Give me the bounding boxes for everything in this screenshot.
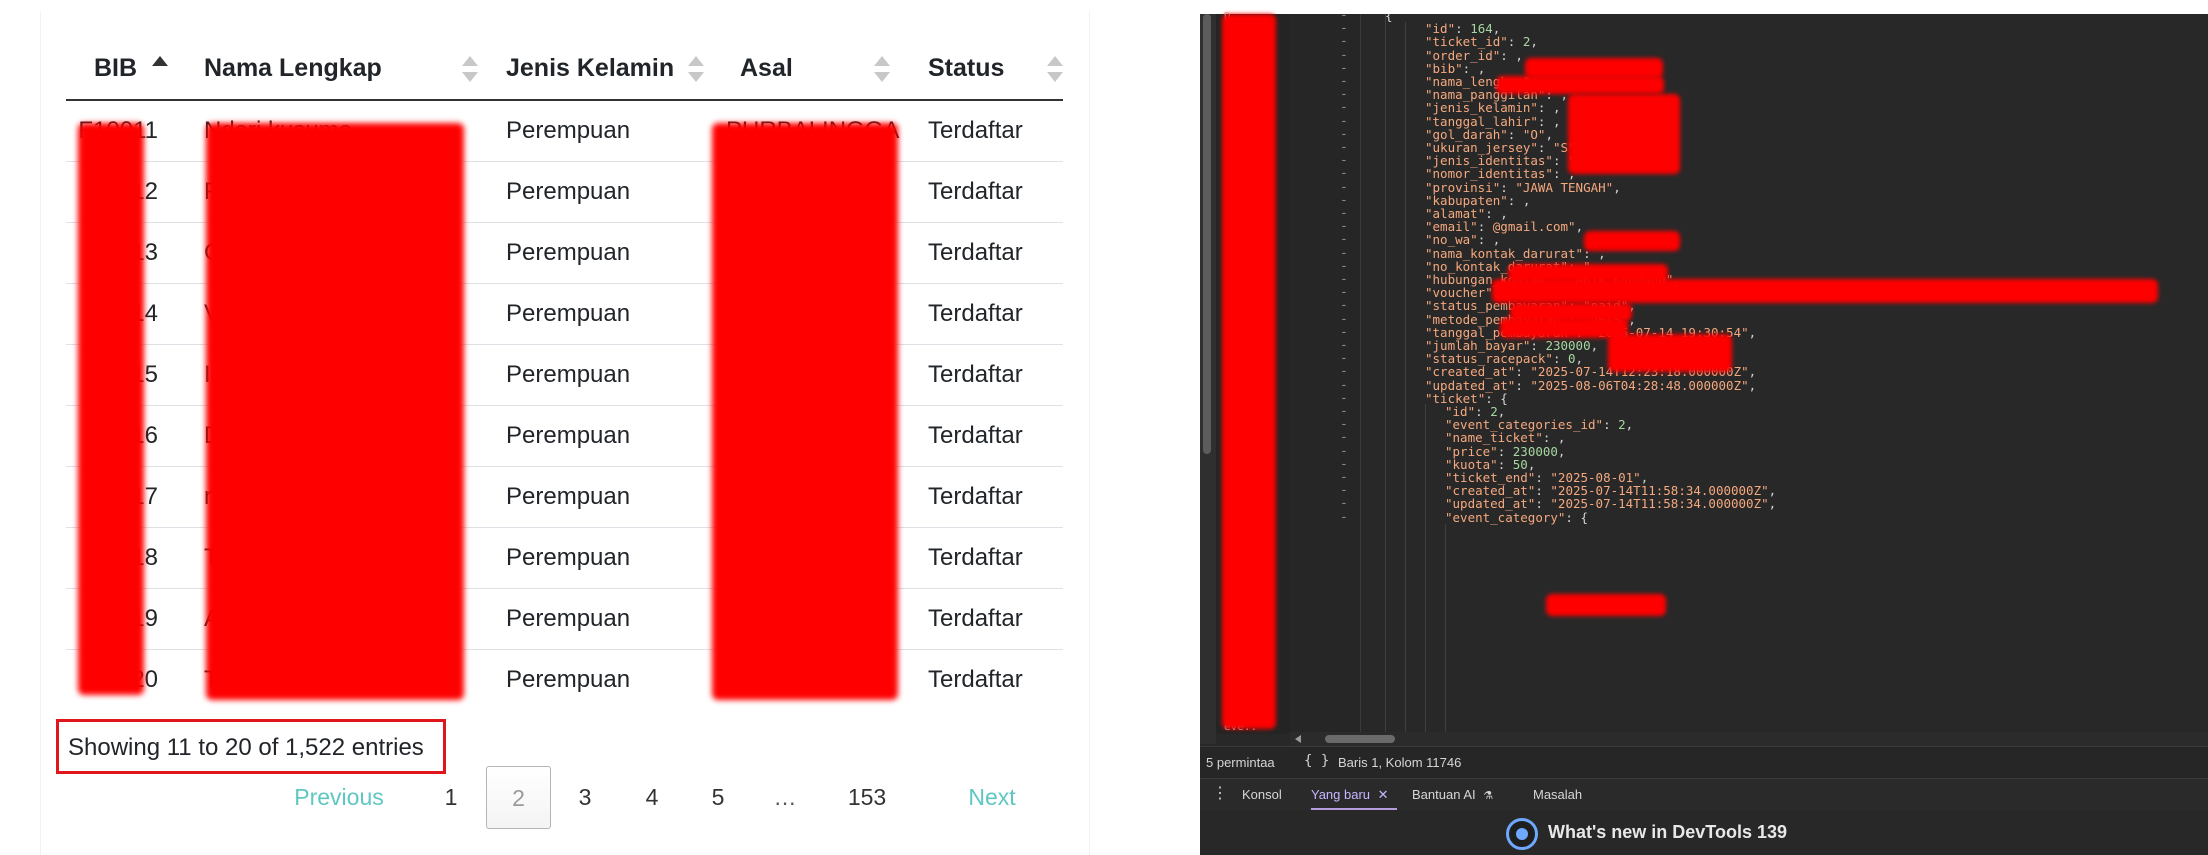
cell-status: Terdaftar xyxy=(906,100,1063,162)
braces-icon[interactable]: { } xyxy=(1304,753,1329,769)
pagination-page-3[interactable]: 3 xyxy=(565,766,605,829)
redaction-name-fields xyxy=(1568,94,1680,174)
drawer-tab-konsol[interactable]: Konsol xyxy=(1242,779,1282,811)
sort-ascending-icon xyxy=(152,55,168,82)
sort-icon xyxy=(462,55,478,82)
pagination-page-4[interactable]: 4 xyxy=(632,766,672,829)
cell-jenis-kelamin: Perempuan xyxy=(486,222,706,284)
sort-icon xyxy=(874,55,890,82)
horizontal-scrollbar[interactable] xyxy=(1290,732,2208,746)
pagination-previous[interactable]: Previous xyxy=(275,766,403,829)
devtools-panel: D.. eve.. -{-"id": 164,-"ticket_id": 2,-… xyxy=(1200,10,2208,855)
cell-status: Terdaftar xyxy=(928,665,1023,693)
devtools-status-bar: 5 permintaa { } Baris 1, Kolom 11746 xyxy=(1200,746,2208,778)
participant-list-panel: BIB Nama Lengkap Jenis Kelamin Asal Stat… xyxy=(0,0,1200,855)
redaction-block-asal xyxy=(712,123,898,700)
cell-jenis-kelamin: Perempuan xyxy=(486,405,706,467)
pagination: Previous 1 2 3 4 5 … 153 Next xyxy=(275,766,1075,829)
sort-icon xyxy=(688,55,704,82)
column-header-asal[interactable]: Asal xyxy=(706,38,906,101)
cell-status: Terdaftar xyxy=(906,527,1063,589)
cell-jenis-kelamin: Perempuan xyxy=(486,283,706,345)
cell-jenis-kelamin: Perempuan xyxy=(506,665,631,693)
column-header-bib[interactable]: BIB xyxy=(66,38,186,101)
cell-jenis-kelamin: Perempuan xyxy=(486,527,706,589)
redaction-alamat xyxy=(1492,279,2158,303)
cell-status: Terdaftar xyxy=(906,405,1063,467)
pagination-page-2-current[interactable]: 2 xyxy=(486,766,551,829)
drawer-tab-yang-baru[interactable]: Yang baru ✕ xyxy=(1311,779,1397,811)
indent-guide xyxy=(1405,22,1406,734)
close-tab-icon[interactable]: ✕ xyxy=(1378,787,1389,802)
column-header-nama-lengkap[interactable]: Nama Lengkap xyxy=(186,38,486,101)
redaction-block-bib xyxy=(78,123,144,695)
whats-new-panel: What's new in DevTools 139 xyxy=(1200,810,2208,855)
table-header-row: BIB Nama Lengkap Jenis Kelamin Asal Stat… xyxy=(66,38,1063,101)
pagination-page-153[interactable]: 153 xyxy=(832,766,902,829)
requests-count: 5 permintaa xyxy=(1206,755,1275,770)
json-line: { xyxy=(1385,14,1393,23)
redaction-order-id xyxy=(1525,58,1663,78)
indent-guide xyxy=(1385,14,1386,734)
cell-status: Terdaftar xyxy=(906,222,1063,284)
cell-status: Terdaftar xyxy=(906,588,1063,650)
cell-jenis-kelamin: Perempuan xyxy=(486,161,706,223)
cell-jenis-kelamin: Perempuan xyxy=(486,588,706,650)
redaction-block-nama xyxy=(206,123,464,700)
redaction-ticket-name xyxy=(1546,594,1666,616)
scroll-left-icon[interactable] xyxy=(1295,735,1301,743)
indent-guide xyxy=(1425,404,1426,734)
pagination-page-5[interactable]: 5 xyxy=(698,766,738,829)
indent-guide xyxy=(1445,524,1446,734)
redaction-identity-number xyxy=(1584,231,1680,251)
pagination-ellipsis: … xyxy=(773,784,797,810)
json-response-viewer[interactable]: -{- "id": 164, - "ticket_id": 2, - "order_id"… xyxy=(1200,14,2208,734)
drawer-tab-masalah[interactable]: Masalah xyxy=(1533,779,1582,811)
cell-status: Terdaftar xyxy=(906,466,1063,528)
column-header-status[interactable]: Status xyxy=(906,38,1063,101)
sort-icon xyxy=(1047,55,1063,82)
cell-status: Terdaftar xyxy=(906,283,1063,345)
cell-jenis-kelamin: Perempuan xyxy=(486,466,706,528)
chrome-logo-icon xyxy=(1506,818,1538,850)
drawer-menu-icon[interactable]: ⋮ xyxy=(1212,783,1228,803)
cell-jenis-kelamin: Perempuan xyxy=(486,100,706,162)
whats-new-title: What's new in DevTools 139 xyxy=(1548,822,1788,842)
cell-status: Terdaftar xyxy=(906,161,1063,223)
pagination-next[interactable]: Next xyxy=(947,766,1037,829)
drawer-tab-bantuan-ai[interactable]: Bantuan AI ⚗ xyxy=(1412,779,1493,811)
gutter-marker: - xyxy=(1340,509,1348,525)
pagination-page-1[interactable]: 1 xyxy=(431,766,471,829)
cell-status: Terdaftar xyxy=(906,344,1063,406)
devtools-drawer-tabs: ⋮ Konsol Yang baru ✕ Bantuan AI ⚗ Masala… xyxy=(1200,778,2208,811)
cell-jenis-kelamin: Perempuan xyxy=(486,344,706,406)
beta-flask-icon: ⚗ xyxy=(1483,790,1494,802)
column-header-jenis-kelamin[interactable]: Jenis Kelamin xyxy=(486,38,706,101)
cursor-position: Baris 1, Kolom 11746 xyxy=(1338,755,1462,770)
json-line: "event_category": { xyxy=(1445,509,1589,525)
redaction-bib xyxy=(1496,76,1664,94)
redaction-emergency-contact xyxy=(1608,334,1732,372)
scrollbar-thumb[interactable] xyxy=(1325,735,1395,743)
